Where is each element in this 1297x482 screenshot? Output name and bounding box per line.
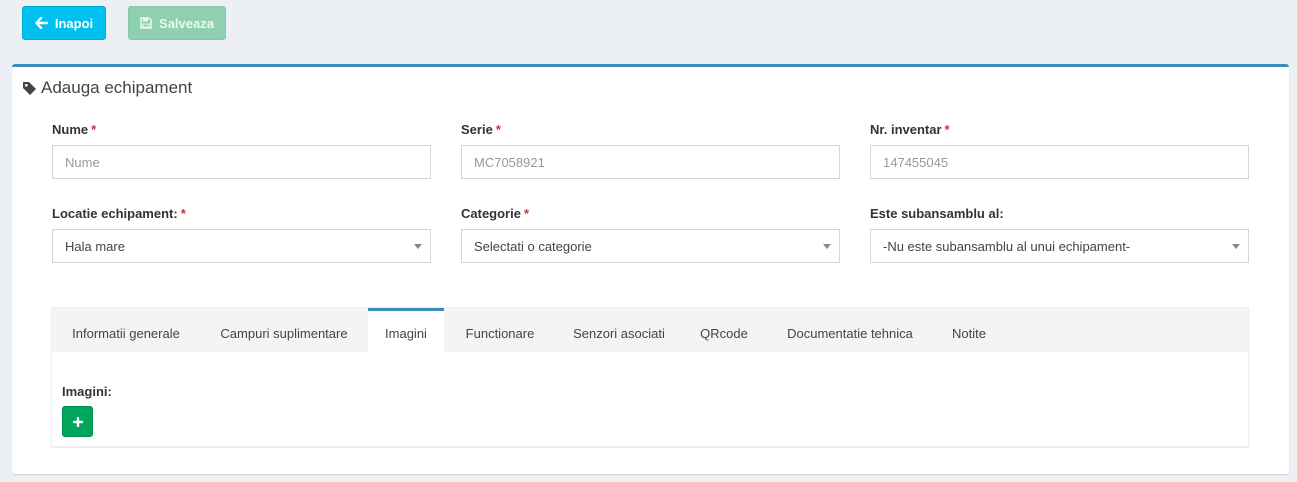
categorie-select[interactable]: Selectati o categorie — [461, 229, 840, 263]
caret-down-icon — [414, 244, 422, 249]
subansamblu-selected-value: -Nu este subansamblu al unui echipament- — [883, 238, 1131, 254]
required-mark: * — [523, 206, 530, 221]
inventar-input[interactable] — [870, 145, 1249, 179]
tab-senzori-asociati[interactable]: Senzori asociati — [556, 308, 682, 352]
required-mark: * — [180, 206, 186, 221]
save-button[interactable]: Salveaza — [128, 6, 226, 40]
categorie-selected-value: Selectati o categorie — [474, 238, 592, 254]
add-image-button[interactable] — [62, 406, 93, 437]
caret-down-icon — [1232, 244, 1240, 249]
subansamblu-field: Este subansamblu al: -Nu este subansambl… — [870, 206, 1249, 263]
tab-qrcode[interactable]: QRcode — [682, 308, 766, 352]
nume-label: Nume * — [52, 122, 97, 137]
tab-notite[interactable]: Notite — [934, 308, 1004, 352]
required-mark: * — [944, 122, 950, 137]
tab-imagini[interactable]: Imagini — [368, 308, 444, 352]
tab-bar: Informatii generale Campuri suplimentare… — [52, 308, 1248, 352]
nume-input[interactable] — [52, 145, 431, 179]
inventar-label: Nr. inventar * — [870, 122, 950, 137]
subansamblu-select[interactable]: -Nu este subansamblu al unui echipament- — [870, 229, 1249, 263]
locatie-label: Locatie echipament: * — [52, 206, 186, 221]
tab-campuri-suplimentare[interactable]: Campuri suplimentare — [200, 308, 368, 352]
arrow-left-icon — [35, 17, 48, 29]
add-equipment-panel: Adauga echipament Nume* Serie* Nr. inven… — [12, 64, 1289, 474]
save-button-label: Salveaza — [159, 15, 214, 31]
tab-functionare[interactable]: Functionare — [444, 308, 556, 352]
equipment-tabs: Informatii generale Campuri suplimentare… — [51, 307, 1249, 447]
plus-icon — [72, 416, 83, 427]
categorie-field: Categorie * Selectati o categorie — [461, 206, 840, 263]
locatie-field: Locatie echipament: * Hala mare — [52, 206, 431, 263]
serie-label: Serie * — [461, 122, 501, 137]
serie-input[interactable] — [461, 145, 840, 179]
serie-field: Serie * — [461, 122, 840, 179]
tab-documentatie-tehnica[interactable]: Documentatie tehnica — [766, 308, 934, 352]
back-button[interactable]: Inapoi — [22, 6, 106, 40]
required-mark: * — [495, 122, 501, 137]
nume-field: Nume * — [52, 122, 431, 179]
categorie-label: Categorie * — [461, 206, 530, 221]
panel-title-text: Adauga echipament — [41, 78, 193, 97]
panel-title: Adauga echipament — [22, 78, 192, 98]
caret-down-icon — [823, 244, 831, 249]
required-mark: * — [91, 122, 97, 137]
back-button-label: Inapoi — [54, 15, 94, 31]
tag-icon — [23, 81, 36, 95]
imagini-label: Imagini: — [62, 384, 112, 399]
inventar-field: Nr. inventar * — [870, 122, 1249, 179]
locatie-select[interactable]: Hala mare — [52, 229, 431, 263]
subansamblu-label: Este subansamblu al: — [870, 206, 1004, 221]
locatie-selected-value: Hala mare — [65, 238, 125, 254]
tab-informatii-generale[interactable]: Informatii generale — [52, 308, 200, 352]
floppy-disk-icon — [140, 17, 152, 29]
